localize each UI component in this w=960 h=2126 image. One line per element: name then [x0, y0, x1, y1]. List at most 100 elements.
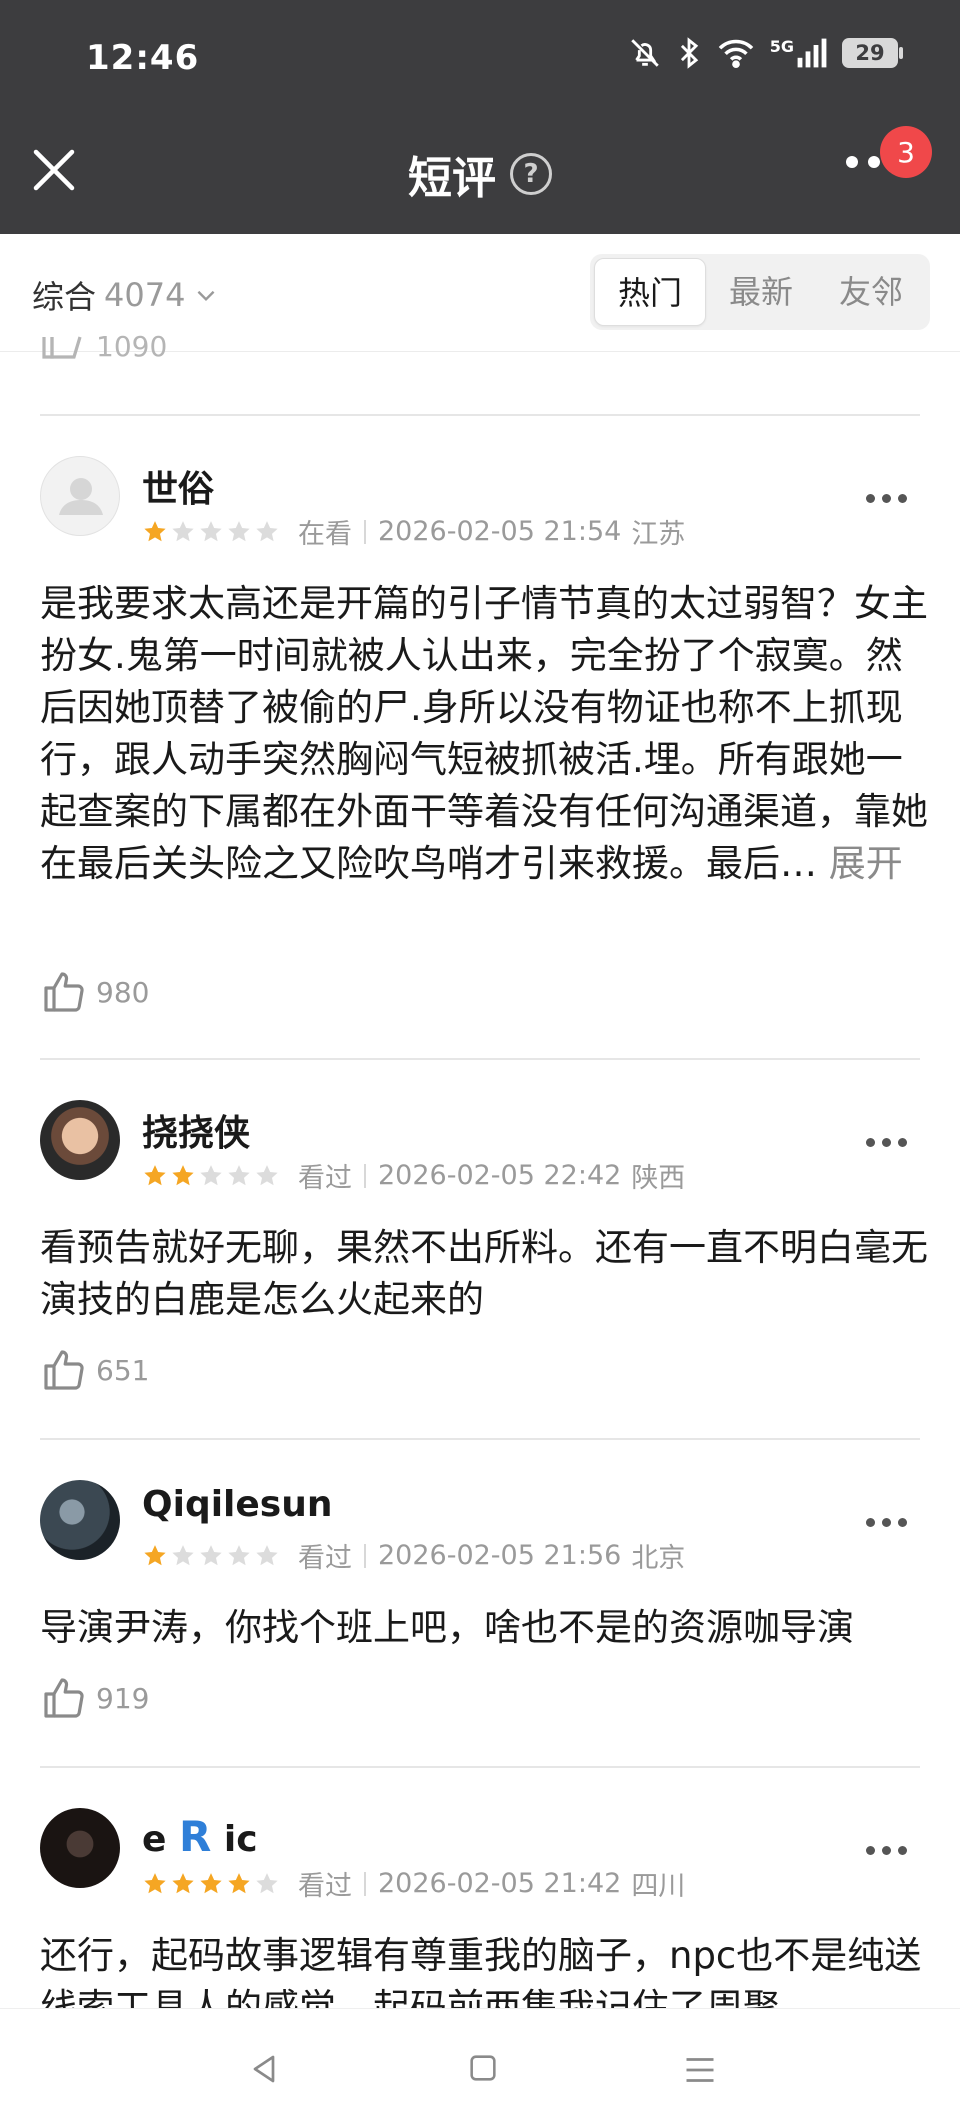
like-button[interactable]: 980 [40, 968, 149, 1016]
comment-time: 2026-02-05 21:56 [378, 1540, 622, 1571]
meta-separator [364, 1543, 366, 1568]
thumbs-up-icon [44, 972, 84, 1012]
thumbs-up-icon [42, 336, 82, 359]
more-menu-button[interactable] [846, 156, 880, 168]
star-filled-icon [144, 1544, 166, 1565]
comment-meta: 在看 2026-02-05 21:54 江苏 [142, 512, 685, 551]
expand-link[interactable]: 展开 [829, 842, 903, 885]
menu-icon[interactable] [682, 2055, 718, 2085]
previous-like-button[interactable]: 1090 [40, 330, 167, 363]
back-icon[interactable] [246, 2051, 282, 2087]
star-filled-icon [144, 520, 166, 541]
username-part: R [178, 1812, 212, 1861]
comment-location: 北京 [631, 1543, 686, 1574]
rating-stars [142, 1871, 280, 1897]
username-part: ic [223, 1819, 258, 1860]
star-empty-icon [228, 1544, 250, 1565]
chevron-down-icon [198, 290, 215, 302]
sort-select[interactable]: 综合 4074 [32, 272, 219, 318]
watch-status: 看过 [298, 1543, 352, 1574]
wifi-icon [718, 39, 753, 69]
username-part: e [142, 1819, 167, 1860]
like-count: 1090 [96, 330, 168, 363]
notification-badge[interactable]: 3 [880, 126, 932, 178]
battery-icon: 29 [842, 38, 903, 68]
page-title: 短评 [408, 153, 496, 204]
watch-status: 看过 [298, 1163, 352, 1194]
divider [40, 1766, 920, 1768]
divider [40, 1438, 920, 1440]
tab-friends[interactable]: 友邻 [816, 258, 926, 326]
dot-icon [846, 156, 858, 168]
meta-separator [364, 519, 366, 544]
comment-time: 2026-02-05 21:54 [378, 516, 622, 547]
star-empty-icon [200, 520, 222, 541]
watch-status: 在看 [298, 519, 352, 550]
status-icons: 5G 29 [628, 36, 903, 70]
like-count: 651 [96, 1353, 150, 1387]
star-empty-icon [172, 520, 194, 541]
star-empty-icon [200, 1544, 222, 1565]
tab-latest[interactable]: 最新 [706, 258, 816, 326]
star-filled-icon [144, 1164, 166, 1185]
more-options-button[interactable] [866, 1138, 907, 1147]
close-icon[interactable] [30, 146, 78, 194]
divider [40, 1058, 920, 1060]
star-empty-icon [256, 1164, 278, 1185]
rating-stars [142, 1543, 280, 1569]
star-empty-icon [200, 1164, 222, 1185]
comment-meta: 看过 2026-02-05 21:56 北京 [142, 1536, 685, 1575]
star-empty-icon [256, 520, 278, 541]
star-empty-icon [172, 1544, 194, 1565]
thumbs-up-icon [44, 1350, 84, 1390]
system-nav-bar [0, 2008, 960, 2126]
star-filled-icon [200, 1872, 222, 1893]
comment-text: 是我要求太高还是开篇的引子情节真的太过弱智？女主扮女.鬼第一时间就被人认出来，完… [40, 578, 930, 890]
sort-label: 综合 [32, 278, 97, 316]
star-filled-icon [228, 1872, 250, 1893]
dot-icon [868, 156, 880, 168]
username[interactable]: e R ic [142, 1812, 258, 1861]
star-filled-icon [144, 1872, 166, 1893]
thumbs-up-icon [44, 1678, 84, 1718]
star-filled-icon [172, 1164, 194, 1185]
star-empty-icon [228, 520, 250, 541]
avatar[interactable] [40, 1480, 120, 1560]
network-type: 5G [769, 36, 794, 56]
comment-text: 看预告就好无聊，果然不出所料。还有一直不明白毫无演技的白鹿是怎么火起来的 [40, 1226, 928, 1321]
status-time: 12:46 [86, 38, 200, 78]
username[interactable]: Qiqilesun [142, 1484, 333, 1525]
avatar[interactable] [40, 1100, 120, 1180]
home-icon[interactable] [466, 2051, 500, 2085]
help-icon[interactable]: ? [510, 153, 552, 195]
tab-group: 热门 最新 友邻 [590, 254, 930, 330]
star-empty-icon [228, 1164, 250, 1185]
tab-hot[interactable]: 热门 [594, 258, 706, 326]
comment-location: 陕西 [631, 1163, 686, 1194]
meta-separator [364, 1871, 366, 1896]
meta-separator [364, 1163, 366, 1188]
top-bar: 12:46 5G 29 短评 ? 3 [0, 0, 960, 234]
like-button[interactable]: 919 [40, 1674, 149, 1722]
watch-status: 看过 [298, 1871, 352, 1902]
signal-icon [797, 38, 827, 68]
default-user-icon [59, 478, 103, 515]
username[interactable]: 挠挠侠 [142, 1104, 250, 1156]
avatar[interactable] [40, 1808, 120, 1888]
like-button[interactable]: 651 [40, 1346, 149, 1394]
comment-meta: 看过 2026-02-05 21:42 四川 [142, 1864, 685, 1903]
more-options-button[interactable] [866, 494, 907, 503]
star-empty-icon [256, 1872, 278, 1893]
username[interactable]: 世俗 [142, 460, 214, 512]
comment-body: 是我要求太高还是开篇的引子情节真的太过弱智？女主扮女.鬼第一时间就被人认出来，完… [40, 582, 928, 885]
bluetooth-icon [680, 37, 698, 69]
rating-stars [142, 1163, 280, 1189]
mute-icon [630, 39, 659, 67]
divider [40, 414, 920, 416]
more-options-button[interactable] [866, 1518, 907, 1527]
comment-text: 导演尹涛，你找个班上吧，啥也不是的资源咖导演 [40, 1606, 854, 1649]
avatar[interactable] [40, 456, 120, 536]
rating-stars [142, 519, 280, 545]
more-options-button[interactable] [866, 1846, 907, 1855]
comment-time: 2026-02-05 21:42 [378, 1868, 622, 1899]
